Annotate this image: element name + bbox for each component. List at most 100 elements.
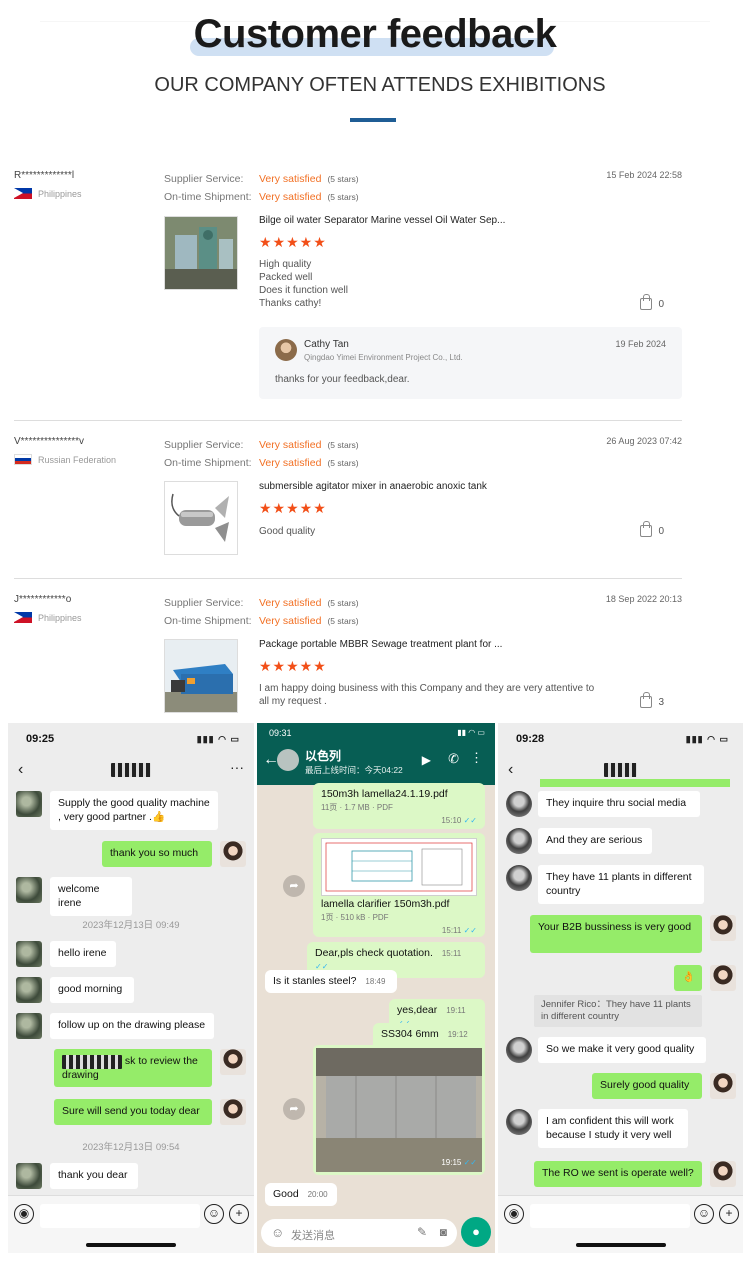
home-indicator — [86, 1243, 176, 1247]
avatar[interactable] — [16, 941, 42, 967]
menu-icon[interactable]: ⋮ — [470, 750, 483, 766]
reviewer-name: J************o — [14, 594, 72, 605]
microphone-icon[interactable]: ● — [461, 1217, 491, 1247]
avatar[interactable] — [710, 1073, 736, 1099]
product-title[interactable]: Bilge oil water Separator Marine vessel … — [259, 215, 505, 226]
country-name: Philippines — [38, 612, 82, 623]
avatar[interactable] — [506, 865, 532, 891]
avatar[interactable] — [710, 915, 736, 941]
share-icon[interactable]: ➦ — [283, 875, 305, 897]
home-indicator — [575, 1243, 666, 1247]
message-input[interactable] — [40, 1204, 200, 1228]
status-time: 09:28 — [516, 733, 545, 745]
star-rating: ★★★★★ — [259, 500, 327, 516]
camera-icon[interactable]: ◙ — [440, 1225, 447, 1239]
image-message[interactable]: 19:15 ✓✓ — [313, 1045, 485, 1175]
chat-screenshot-wechat-1: 09:25 ▮▮▮ ◠ ▭ ‹ ▪▪ ▪▪▪ ▪▪▪ ··· Supply th… — [8, 723, 254, 1253]
chat-screenshot-whatsapp: 09:31 ▮▮ ◠ ▭ ← 以色列 最后上线时间：今天04:22 ▶ ✆ ⋮ … — [257, 723, 495, 1253]
reviewer-country: Russian Federation — [14, 454, 116, 465]
like-button[interactable]: 3 — [640, 692, 664, 708]
like-count: 3 — [658, 696, 664, 708]
avatar[interactable] — [220, 1049, 246, 1075]
avatar[interactable] — [506, 1037, 532, 1063]
message-time: 15:10 — [441, 816, 462, 825]
review-card: R*************l Philippines Supplier Ser… — [14, 170, 682, 400]
chat-message-in: They inquire thru social media — [538, 791, 700, 817]
plus-icon[interactable]: + — [229, 1204, 249, 1224]
whatsapp-header: 09:31 ▮▮ ◠ ▭ ← 以色列 最后上线时间：今天04:22 ▶ ✆ ⋮ — [257, 723, 495, 785]
chat-timestamp: 2023年12月13日 09:54 — [82, 1142, 180, 1153]
phone-call-icon[interactable]: ✆ — [448, 751, 459, 767]
plus-icon[interactable]: + — [719, 1204, 739, 1224]
avatar[interactable] — [220, 1099, 246, 1125]
chat-message-in: welcome irene — [50, 877, 132, 916]
avatar[interactable] — [506, 1109, 532, 1135]
reviewer-name: V***************v — [14, 436, 85, 447]
star-rating: ★★★★★ — [259, 234, 327, 250]
avatar[interactable] — [16, 1163, 42, 1189]
chat-message-in: good morning — [50, 977, 134, 1003]
avatar[interactable] — [16, 977, 42, 1003]
service-stars: (5 stars) — [327, 174, 359, 184]
chat-input-bar: ◉ ☺ + — [498, 1195, 743, 1253]
rating-values: Very satisfied (5 stars) Very satisfied (5… — [259, 170, 359, 206]
review-comment: I am happy doing business with this Comp… — [259, 683, 595, 707]
blurred-name: ▪▪▪ ▪▪▪▪ — [603, 763, 638, 777]
voice-icon[interactable]: ◉ — [14, 1204, 34, 1224]
product-thumbnail[interactable] — [164, 639, 238, 713]
supplier-service-label: Supplier Service: — [164, 439, 244, 451]
message-input[interactable]: ☺ 发送消息 ✎ ◙ — [261, 1219, 457, 1247]
country-name: Russian Federation — [38, 454, 117, 465]
voice-icon[interactable]: ◉ — [504, 1204, 524, 1224]
reply-text: thanks for your feedback,dear. — [275, 374, 410, 385]
ontime-shipment-label: On-time Shipment: — [164, 191, 252, 203]
file-message[interactable]: 150m3h lamella24.1.19.pdf 11页 · 1.7 MB ·… — [313, 783, 485, 829]
avatar[interactable] — [710, 965, 736, 991]
service-stars: (5 stars) — [327, 440, 359, 450]
avatar[interactable] — [710, 1161, 736, 1187]
avatar[interactable] — [506, 828, 532, 854]
shipment-rating: Very satisfied — [259, 615, 322, 627]
rating-labels: Supplier Service: On-time Shipment: — [164, 436, 252, 472]
chat-message-in: hello irene — [50, 941, 116, 967]
product-title[interactable]: submersible agitator mixer in anaerobic … — [259, 481, 487, 492]
product-thumbnail[interactable] — [164, 481, 238, 555]
supplier-service-label: Supplier Service: — [164, 173, 244, 185]
message-time: 19:11 — [446, 1006, 466, 1015]
like-button[interactable]: 0 — [640, 521, 664, 537]
video-call-icon[interactable]: ▶ — [422, 753, 431, 767]
emoji-icon[interactable]: ☺ — [204, 1204, 224, 1224]
chat-message-in: Good 20:00 — [265, 1183, 337, 1206]
comment-line: High quality — [259, 259, 312, 270]
file-message[interactable]: lamella clarifier 150m3h.pdf 1页 · 510 kB… — [313, 833, 485, 937]
thumbs-up-icon — [640, 294, 653, 310]
chat-message-in: And they are serious — [538, 828, 652, 854]
avatar — [275, 339, 297, 361]
read-ticks-icon: ✓✓ — [463, 816, 477, 825]
avatar[interactable] — [506, 791, 532, 817]
product-thumbnail[interactable] — [164, 216, 238, 290]
message-input[interactable] — [530, 1204, 690, 1228]
avatar[interactable] — [16, 1013, 42, 1039]
share-icon[interactable]: ➦ — [283, 1098, 305, 1120]
like-button[interactable]: 0 — [640, 294, 664, 310]
message-text: yes,dear — [397, 1004, 438, 1016]
avatar[interactable] — [220, 841, 246, 867]
emoji-icon[interactable]: ☺ — [271, 1225, 284, 1240]
supplier-reply: Cathy Tan Qingdao Yimei Environment Proj… — [259, 327, 682, 399]
contact-avatar[interactable] — [277, 749, 299, 771]
review-comment: High quality Packed well Does it functio… — [259, 258, 599, 310]
chat-message-in: I am confident this will work because I … — [538, 1109, 688, 1148]
emoji-icon[interactable]: ☺ — [694, 1204, 714, 1224]
avatar[interactable] — [16, 791, 42, 817]
chat-message-in: follow up on the drawing please — [50, 1013, 214, 1039]
product-title[interactable]: Package portable MBBR Sewage treatment p… — [259, 639, 502, 650]
contact-name[interactable]: 以色列 — [305, 747, 341, 764]
avatar[interactable] — [16, 877, 42, 903]
attach-icon[interactable]: ✎ — [417, 1225, 427, 1239]
signal-wifi-battery-icon: ▮▮▮ ◠ ▭ — [196, 734, 240, 744]
title-underline — [350, 118, 396, 122]
more-icon[interactable]: ··· — [230, 759, 244, 775]
status-bar: 09:28 ▮▮▮ ◠ ▭ — [498, 723, 743, 755]
supplier-service-label: Supplier Service: — [164, 597, 244, 609]
